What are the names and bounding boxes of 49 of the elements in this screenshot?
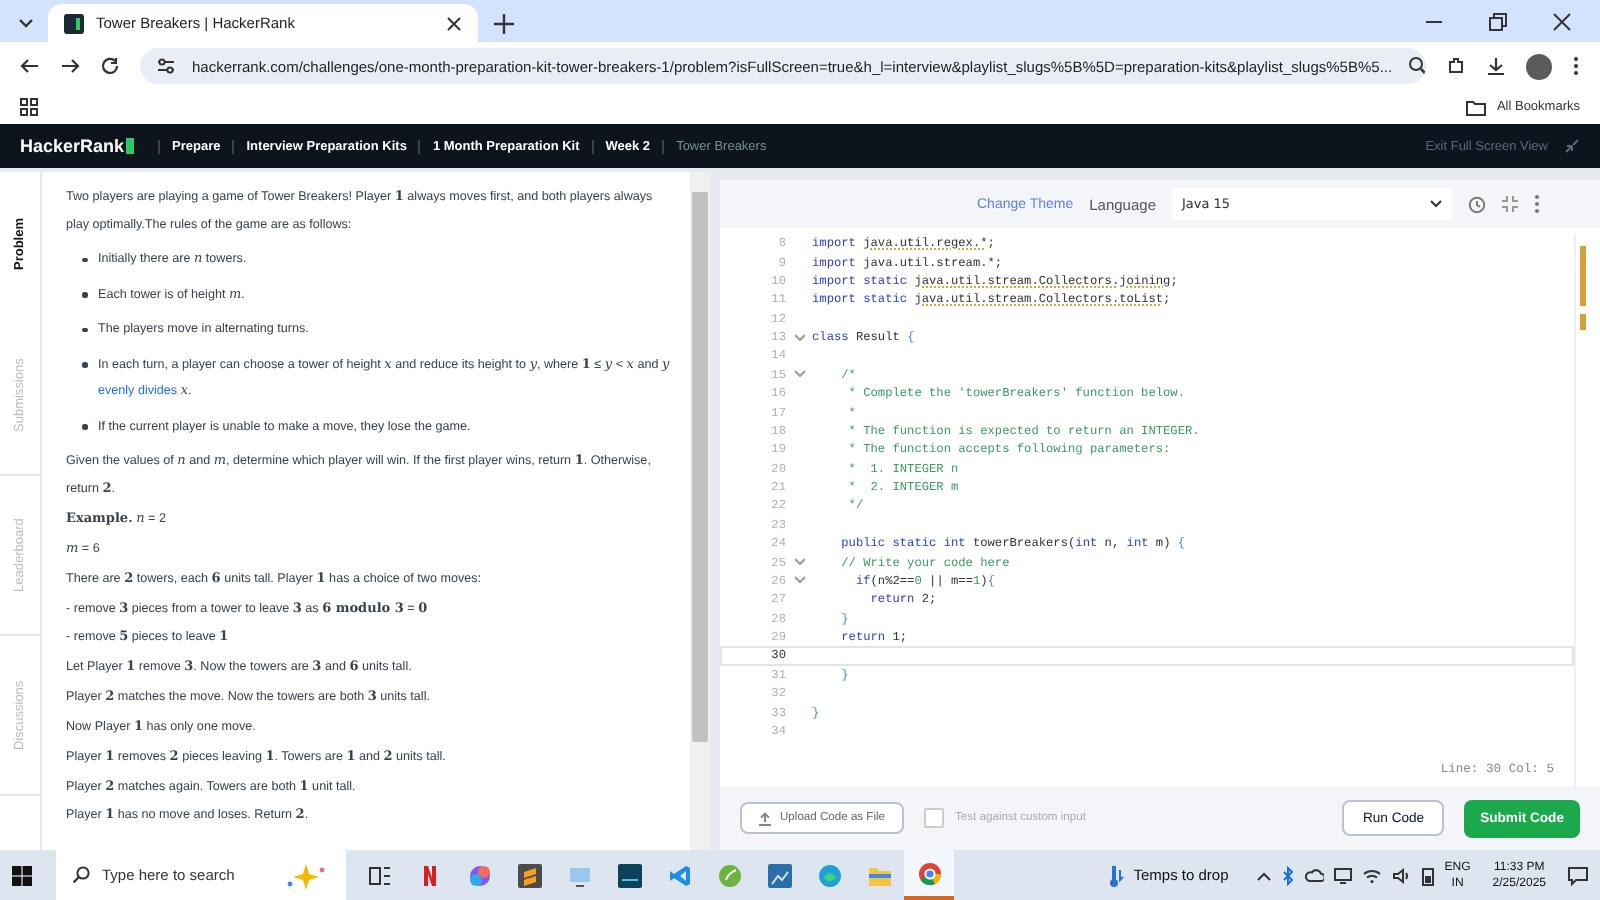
folder-icon — [1466, 99, 1487, 115]
logo-block-icon — [126, 138, 135, 154]
fullscreen-icon[interactable] — [1502, 196, 1518, 212]
history-icon[interactable] — [1468, 195, 1486, 213]
close-icon[interactable] — [446, 15, 462, 31]
task-view-icon — [367, 863, 391, 887]
download-icon[interactable] — [1486, 56, 1506, 76]
caret-icon — [1430, 200, 1442, 208]
fold-chevron-icon[interactable] — [793, 333, 805, 342]
restore-icon[interactable] — [1488, 11, 1508, 31]
monitor-icon — [567, 863, 591, 887]
sparkle-icon — [282, 861, 330, 889]
bluetooth-icon[interactable] — [1282, 865, 1295, 885]
chevron-up-icon[interactable] — [1256, 869, 1273, 881]
leaf-icon — [717, 863, 741, 887]
app-tile-icon — [617, 863, 641, 887]
speaker-icon[interactable] — [1392, 867, 1413, 883]
cloud-icon[interactable] — [1304, 868, 1325, 882]
apps-grid-icon[interactable] — [20, 98, 38, 116]
forward-icon[interactable] — [60, 56, 80, 76]
collapse-icon[interactable] — [1564, 138, 1580, 154]
search-icon — [72, 866, 90, 884]
avatar[interactable] — [1526, 53, 1552, 79]
site-settings-icon[interactable] — [156, 56, 176, 76]
browser-icon — [917, 861, 941, 885]
custom-input-checkbox[interactable] — [923, 808, 944, 828]
scrollbar[interactable] — [690, 172, 710, 854]
copilot-icon — [467, 863, 491, 887]
app-tile-icon — [517, 863, 541, 887]
back-icon[interactable] — [20, 56, 40, 76]
more-options-icon[interactable] — [1534, 194, 1540, 214]
site-logo[interactable]: HackerRank — [20, 136, 125, 156]
fold-chevron-icon[interactable] — [793, 370, 805, 379]
reload-icon[interactable] — [100, 56, 120, 76]
display-icon[interactable] — [1334, 867, 1353, 883]
menu-icon[interactable] — [1572, 56, 1580, 76]
browser-icon — [817, 863, 841, 887]
code-editor-icon — [667, 863, 691, 887]
site-favicon — [64, 13, 84, 33]
zoom-icon[interactable] — [1408, 56, 1426, 76]
folder-icon — [867, 863, 891, 887]
thermometer-icon — [1107, 863, 1124, 887]
close-icon[interactable] — [1552, 11, 1572, 31]
notification-icon[interactable] — [1568, 865, 1588, 885]
battery-icon[interactable] — [1422, 865, 1435, 885]
wifi-icon[interactable] — [1362, 867, 1383, 883]
upload-icon — [758, 811, 772, 825]
extensions-icon[interactable] — [1446, 56, 1466, 76]
app-tile-icon — [767, 863, 791, 887]
